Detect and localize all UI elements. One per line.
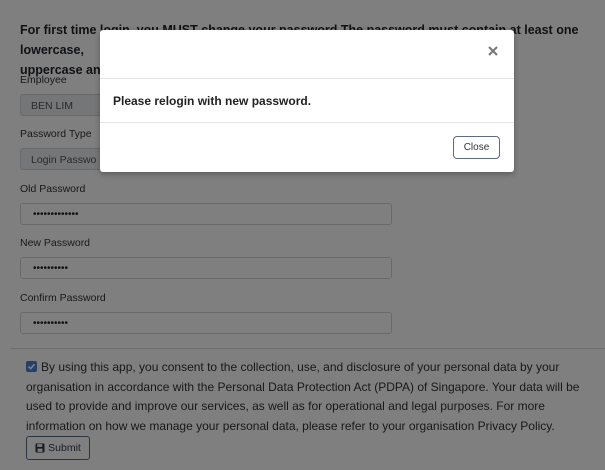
relogin-dialog: Please relogin with new password. Close xyxy=(100,30,514,172)
dialog-header xyxy=(100,30,514,79)
dialog-message: Please relogin with new password. xyxy=(113,94,312,108)
dialog-footer-divider xyxy=(100,122,514,123)
close-icon[interactable] xyxy=(486,44,500,58)
close-button[interactable]: Close xyxy=(453,136,500,159)
